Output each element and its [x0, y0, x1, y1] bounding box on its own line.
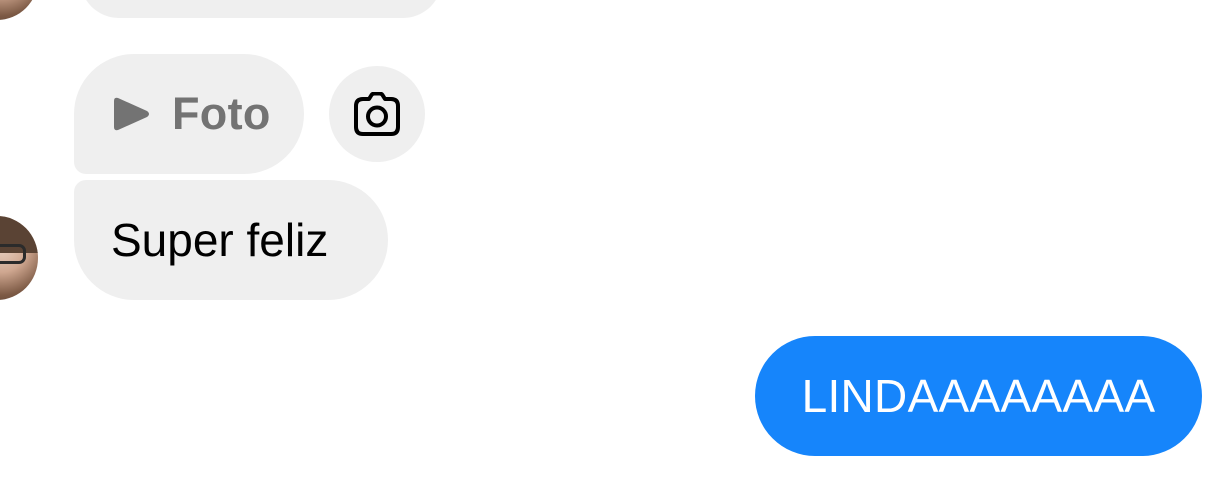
avatar-glasses [0, 244, 26, 264]
previous-message-bubble [80, 0, 442, 18]
avatar[interactable] [0, 216, 38, 300]
received-message-bubble[interactable]: Super feliz [74, 180, 388, 300]
message-text: LINDAAAAAAAA [801, 370, 1156, 422]
avatar[interactable] [0, 0, 38, 20]
play-icon [114, 97, 149, 131]
photo-message-bubble[interactable]: Foto [74, 54, 304, 174]
photo-message-label: Foto [172, 88, 271, 139]
sent-message-bubble[interactable]: LINDAAAAAAAA [755, 336, 1202, 456]
message-text: Super feliz [111, 214, 329, 266]
camera-button[interactable] [329, 66, 425, 162]
camera-icon [354, 92, 400, 136]
